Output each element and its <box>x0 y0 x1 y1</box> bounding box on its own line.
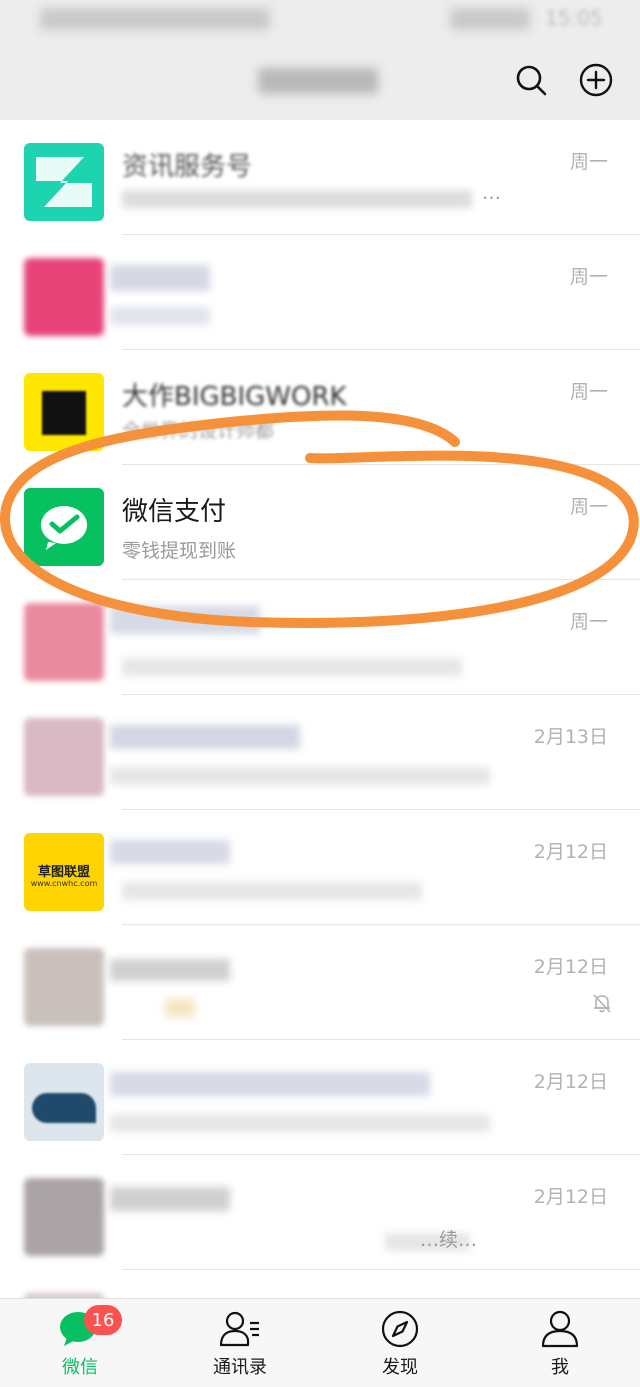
search-icon <box>516 65 547 96</box>
tab-discover[interactable]: 发现 <box>320 1299 480 1387</box>
chat-row[interactable] <box>0 1270 640 1298</box>
chat-avatar <box>24 1178 104 1256</box>
tab-me[interactable]: 我 <box>480 1299 640 1387</box>
chat-row[interactable]: 周一 <box>0 580 640 695</box>
chat-time: 周一 <box>569 381 608 403</box>
wechat-chat-list-screen: 15:05 资讯服务号 … 周一 周一 大作BIGBIGWORK 全世界的设计师… <box>0 0 640 1387</box>
chat-row[interactable]: 草图联盟 www.cnwhc.com 2月12日 <box>0 810 640 925</box>
chat-preview: 全世界的设计师都 <box>122 420 275 442</box>
tab-label: 我 <box>551 1357 569 1378</box>
header-title-blurred <box>250 62 390 98</box>
chat-preview: …续… <box>420 1229 478 1251</box>
plus-circle-icon <box>579 63 613 97</box>
chat-bubble-icon: 16 <box>58 1305 122 1351</box>
tab-label: 发现 <box>382 1357 418 1378</box>
chat-preview: … <box>482 182 501 204</box>
chat-avatar <box>24 1063 104 1141</box>
wechat-pay-avatar <box>24 488 104 566</box>
chat-name: 资讯服务号 <box>122 152 253 182</box>
compass-icon <box>378 1307 422 1351</box>
person-icon <box>538 1307 582 1351</box>
tab-contacts[interactable]: 通讯录 <box>160 1299 320 1387</box>
chat-time: 周一 <box>569 266 608 288</box>
chat-avatar <box>24 948 104 1026</box>
chat-time: 2月13日 <box>533 726 608 748</box>
bell-off-icon <box>593 994 611 1013</box>
add-button[interactable] <box>578 62 614 98</box>
search-button[interactable] <box>513 62 549 98</box>
muted-indicator <box>590 991 614 1019</box>
chat-preview: 零钱提现到账 <box>122 540 237 562</box>
chat-row[interactable]: 2月13日 <box>0 695 640 810</box>
chat-name: 大作BIGBIGWORK <box>122 382 347 412</box>
unread-badge: 16 <box>84 1305 122 1335</box>
chat-time: 2月12日 <box>533 1071 608 1093</box>
chat-row[interactable]: 大作BIGBIGWORK 全世界的设计师都 周一 <box>0 350 640 465</box>
status-icons-blurred <box>450 8 530 30</box>
chat-row[interactable]: 资讯服务号 … 周一 <box>0 120 640 235</box>
avatar-logo-url: www.cnwhc.com <box>30 879 98 888</box>
chat-time: 2月12日 <box>533 841 608 863</box>
tab-label: 通讯录 <box>213 1357 267 1378</box>
chat-time: 2月12日 <box>533 1186 608 1208</box>
tab-label: 微信 <box>62 1357 98 1378</box>
chat-row[interactable]: 周一 <box>0 235 640 350</box>
chat-row[interactable]: 2月12日 <box>0 1040 640 1155</box>
chat-time: 2月12日 <box>533 956 608 978</box>
status-time: 15:05 <box>545 6 603 30</box>
chat-row[interactable]: 2月12日 <box>0 925 640 1040</box>
status-bar: 15:05 <box>0 0 640 40</box>
avatar-logo-text: 草图联盟 <box>37 865 90 880</box>
chat-time: 周一 <box>569 611 608 633</box>
bottom-tab-bar: 16 微信 通讯录 发现 我 <box>0 1298 640 1387</box>
chat-avatar <box>24 143 104 221</box>
tab-chats[interactable]: 16 微信 <box>0 1299 160 1387</box>
status-left-blurred <box>40 8 270 30</box>
chat-avatar <box>24 603 104 681</box>
wechat-pay-check-icon <box>41 506 87 550</box>
chat-row[interactable]: …续… 2月12日 <box>0 1155 640 1270</box>
chat-avatar: 草图联盟 www.cnwhc.com <box>24 833 104 911</box>
chat-avatar <box>24 258 104 336</box>
chat-name: 微信支付 <box>122 497 227 527</box>
contacts-icon <box>218 1307 262 1351</box>
chat-row-wechat-pay[interactable]: 微信支付 零钱提现到账 周一 <box>0 465 640 580</box>
chat-avatar <box>24 373 104 451</box>
top-header <box>0 40 640 120</box>
chat-time: 周一 <box>569 496 608 518</box>
chat-time: 周一 <box>569 151 608 173</box>
chat-avatar <box>24 718 104 796</box>
chat-list: 资讯服务号 … 周一 周一 大作BIGBIGWORK 全世界的设计师都 周一 微… <box>0 120 640 1298</box>
